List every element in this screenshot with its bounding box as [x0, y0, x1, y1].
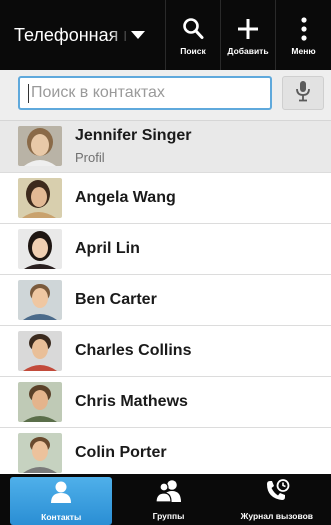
contact-name: Chris Mathews: [75, 393, 188, 410]
label-fade: [110, 20, 130, 50]
add-contact-button[interactable]: Добавить: [221, 0, 276, 70]
tab-contacts[interactable]: Контакты: [10, 477, 113, 525]
avatar: [18, 382, 62, 422]
profile-row[interactable]: Jennifer Singer Profil: [0, 121, 331, 173]
tab-call-history-label: Журнал вызовов: [240, 510, 313, 521]
contact-list: Jennifer Singer Profil Angela Wang April…: [0, 121, 331, 479]
add-contact-label: Добавить: [227, 46, 269, 56]
contact-row[interactable]: Chris Mathews: [0, 377, 331, 428]
profile-name: Jennifer Singer: [75, 127, 192, 144]
menu-label: Меню: [291, 46, 316, 56]
search-action-label: Поиск: [180, 46, 206, 56]
bottom-tab-bar: Контакты Группы Журнал вызовов: [0, 474, 331, 525]
group-icon: [154, 479, 182, 508]
text-cursor: [28, 84, 29, 103]
person-icon: [49, 480, 73, 509]
microphone-icon: [295, 80, 311, 107]
contact-name: Colin Porter: [75, 444, 167, 461]
call-history-icon: [264, 478, 290, 508]
avatar: [18, 433, 62, 473]
contact-row[interactable]: Charles Collins: [0, 326, 331, 377]
search-action-button[interactable]: Поиск: [166, 0, 221, 70]
avatar: [18, 229, 62, 269]
search-input[interactable]: Поиск в контактах: [18, 76, 272, 110]
avatar: [18, 280, 62, 320]
phonebook-selector[interactable]: Телефонная книга: [0, 0, 166, 70]
tab-groups[interactable]: Группы: [114, 474, 222, 525]
search-area: Поиск в контактах: [0, 70, 331, 121]
contact-name: Charles Collins: [75, 342, 192, 359]
profile-subtitle: Profil: [75, 150, 105, 165]
tab-contacts-label: Контакты: [41, 512, 82, 522]
contact-name: Ben Carter: [75, 291, 157, 308]
overflow-menu-icon: [300, 14, 308, 44]
plus-icon: [236, 14, 260, 44]
tab-call-history[interactable]: Журнал вызовов: [223, 474, 331, 525]
tab-groups-label: Группы: [152, 510, 185, 521]
avatar: [18, 178, 62, 218]
contact-name: Angela Wang: [75, 189, 176, 206]
contact-row[interactable]: Ben Carter: [0, 275, 331, 326]
search-placeholder: Поиск в контактах: [31, 84, 165, 101]
contact-name: April Lin: [75, 240, 140, 257]
voice-search-button[interactable]: [282, 76, 324, 110]
action-bar: Телефонная книга Поиск Добавить: [0, 0, 331, 70]
avatar: [18, 126, 62, 166]
search-icon: [181, 14, 205, 44]
contact-row[interactable]: April Lin: [0, 224, 331, 275]
dropdown-caret-icon: [131, 31, 145, 39]
menu-button[interactable]: Меню: [276, 0, 331, 70]
contact-row[interactable]: Colin Porter: [0, 428, 331, 479]
avatar: [18, 331, 62, 371]
contact-row[interactable]: Angela Wang: [0, 173, 331, 224]
